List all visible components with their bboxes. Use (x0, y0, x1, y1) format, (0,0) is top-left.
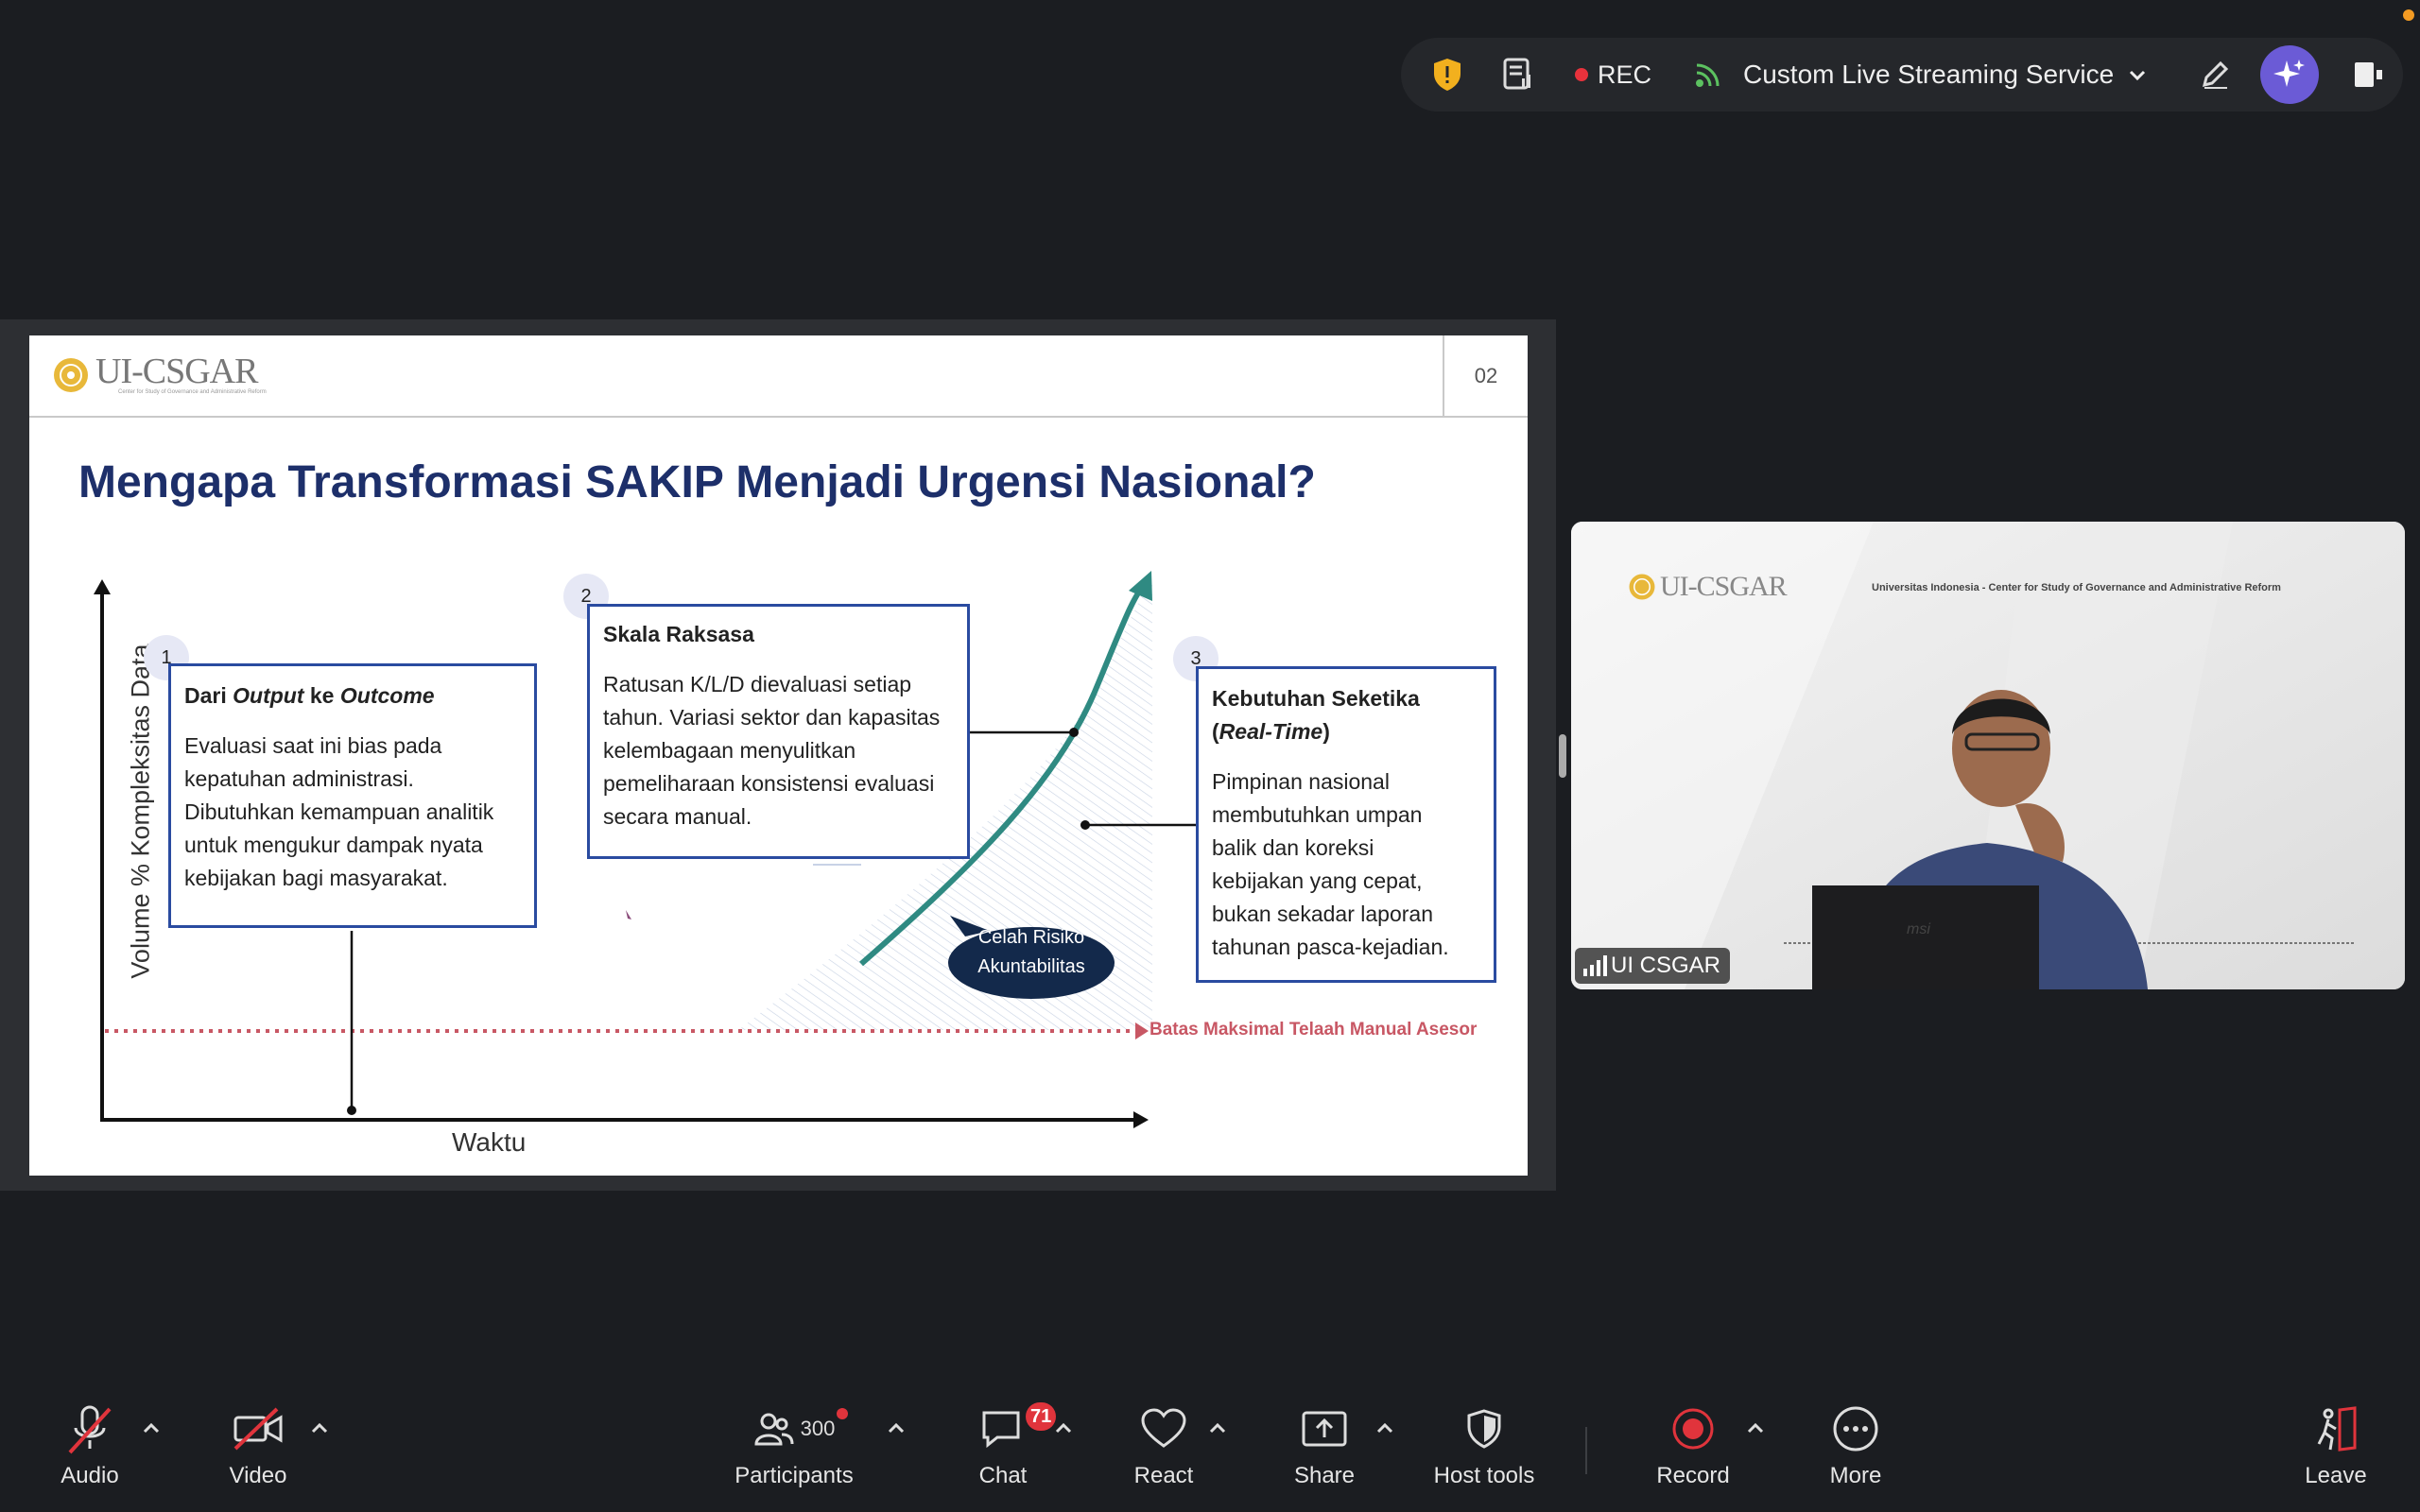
video-button[interactable]: Video (220, 1399, 296, 1503)
split-drag-handle[interactable] (1559, 734, 1566, 778)
heart-icon (1141, 1408, 1186, 1448)
meeting-top-bar: REC Custom Live Streaming Service (1401, 38, 2403, 112)
audio-button[interactable]: Audio (52, 1399, 128, 1503)
record-icon (1672, 1408, 1714, 1450)
more-dots-icon (1833, 1406, 1878, 1452)
chat-bubble-icon (982, 1411, 1020, 1449)
growth-curve-arrow (1129, 571, 1152, 601)
participants-alert-dot (836, 1408, 848, 1419)
video-options-caret-icon[interactable] (309, 1418, 330, 1438)
y-axis-arrow (94, 579, 111, 594)
host-tools-button[interactable]: Host tools (1418, 1399, 1550, 1503)
toolbar-divider (1585, 1427, 1587, 1474)
share-screen-icon (1302, 1411, 1347, 1447)
audio-options-caret-icon[interactable] (141, 1418, 162, 1438)
chat-button[interactable]: 71 Chat (965, 1399, 1057, 1503)
shared-slide: UI-CSGAR Center for Study of Governance … (29, 335, 1528, 1176)
stream-label: Custom Live Streaming Service (1743, 60, 2115, 89)
point-2-title: Skala Raksasa (603, 622, 754, 646)
x-axis-label: Waktu (452, 1127, 527, 1157)
signal-strength-icon (1583, 955, 1607, 976)
participants-options-caret-icon[interactable] (886, 1418, 907, 1438)
record-options-caret-icon[interactable] (1745, 1418, 1766, 1438)
laptop (1812, 885, 2039, 989)
status-dot (2403, 9, 2414, 21)
leave-button[interactable]: Leave (2298, 1399, 2374, 1503)
more-button[interactable]: More (1818, 1399, 1893, 1503)
react-options-caret-icon[interactable] (1207, 1418, 1228, 1438)
video-banner-text: Universitas Indonesia - Center for Study… (1872, 582, 2281, 593)
svg-text:msi: msi (1907, 921, 1930, 937)
point-1-box: Dari Output ke Outcome Evaluasi saat ini… (168, 663, 537, 928)
participants-count: 300 (800, 1417, 836, 1440)
university-seal-icon (1629, 574, 1655, 600)
camera-off-icon (233, 1407, 283, 1451)
rec-dot-icon (1575, 68, 1588, 81)
ai-companion-button[interactable] (2260, 38, 2319, 112)
x-axis-arrow (1133, 1111, 1149, 1128)
leave-door-icon (2317, 1406, 2357, 1452)
chat-unread-badge: 71 (1026, 1402, 1057, 1431)
point-3-title: Kebutuhan Seketika (Real-Time) (1212, 686, 1420, 744)
participant-name-tag: UI CSGAR (1575, 948, 1731, 984)
rec-label: REC (1598, 60, 1652, 89)
participant-video-tile[interactable]: msi UI-CSGAR Universitas Indonesia - Cen… (1571, 522, 2405, 989)
live-stream-icon (1696, 63, 1720, 87)
limit-label: Batas Maksimal Telaah Manual Asesor (1150, 1020, 1478, 1040)
annotate-pencil-icon[interactable] (2199, 38, 2231, 112)
security-shield-icon[interactable] (1431, 38, 1463, 112)
point-3-box: Kebutuhan Seketika (Real-Time) Pimpinan n… (1196, 666, 1496, 983)
risk-gap-label: Celah Risiko Akuntabilitas (977, 927, 1085, 977)
participants-button[interactable]: 300 Participants (728, 1399, 860, 1503)
record-button[interactable]: Record (1655, 1399, 1731, 1503)
sparkle-icon (2260, 45, 2319, 104)
notes-icon[interactable] (1499, 38, 1537, 112)
chat-options-caret-icon[interactable] (1053, 1418, 1074, 1438)
live-stream-indicator[interactable]: Custom Live Streaming Service (1694, 38, 2148, 112)
share-options-caret-icon[interactable] (1374, 1418, 1395, 1438)
share-button[interactable]: Share (1287, 1399, 1362, 1503)
point-1-title: Dari Output ke Outcome (184, 683, 435, 708)
shield-icon (1467, 1409, 1501, 1449)
microphone-muted-icon (68, 1405, 112, 1454)
point-2-box: Skala Raksasa Ratusan K/L/D dievaluasi s… (587, 604, 970, 859)
side-panel-icon[interactable] (2352, 38, 2384, 112)
video-logo: UI-CSGAR (1628, 571, 1788, 603)
react-button[interactable]: React (1126, 1399, 1201, 1503)
recording-indicator[interactable]: REC (1575, 38, 1651, 112)
chevron-down-icon (2130, 70, 2146, 81)
participants-icon (754, 1413, 794, 1446)
